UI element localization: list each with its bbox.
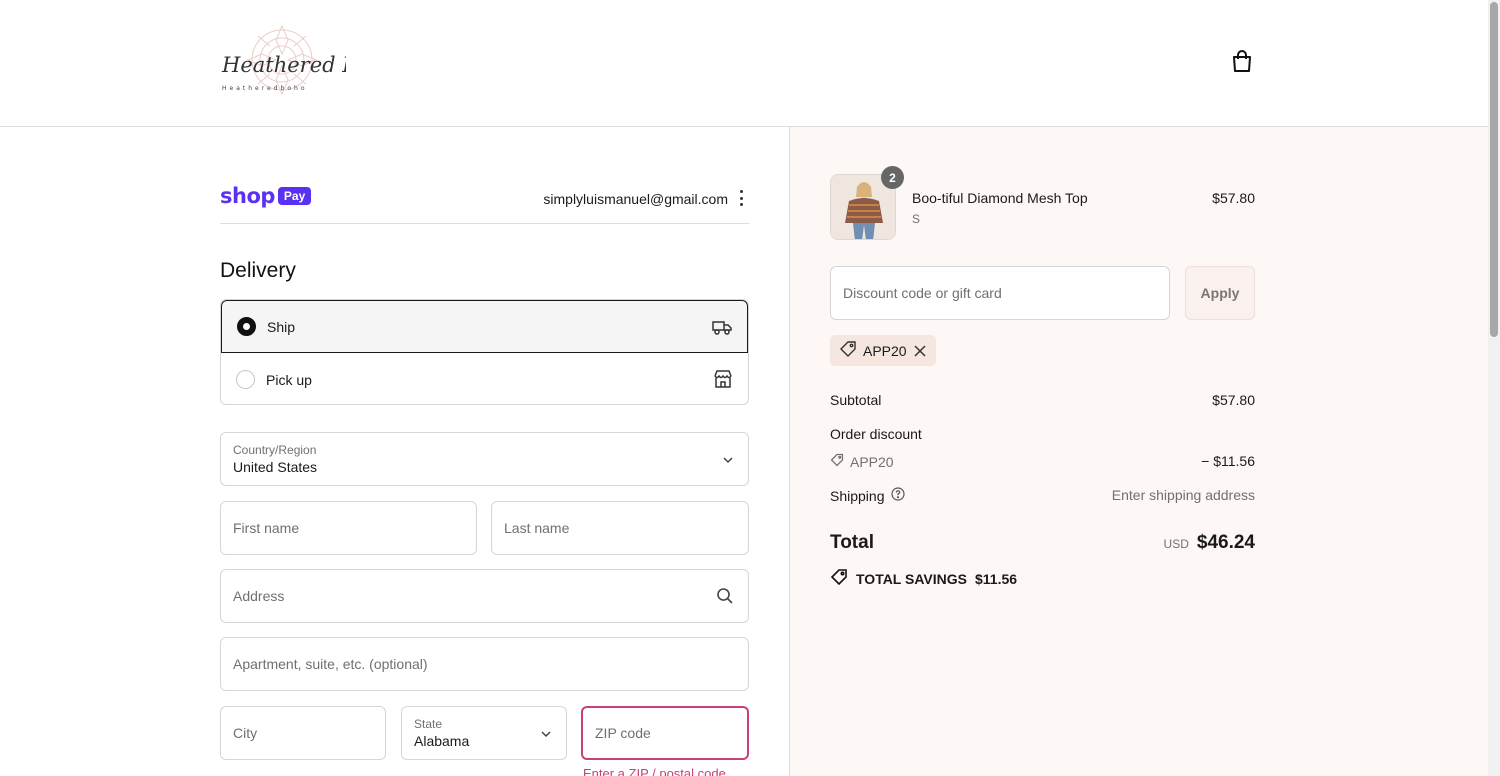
pay-badge: Pay: [277, 187, 312, 205]
total-amount: USD $46.24: [1164, 532, 1255, 554]
apply-discount-button[interactable]: Apply: [1185, 266, 1255, 320]
order-discount-label: Order discount: [830, 426, 922, 442]
chevron-down-icon: [540, 727, 552, 739]
city-field[interactable]: City: [220, 706, 386, 760]
radio-button-ship[interactable]: [237, 317, 256, 336]
savings-tag-icon: [830, 568, 848, 589]
shipping-label-group: Shipping: [830, 487, 905, 504]
svg-text:Heathered Boho: Heathered Boho: [221, 53, 346, 77]
tag-icon: [839, 340, 857, 361]
discount-code-input[interactable]: Discount code or gift card: [830, 266, 1170, 320]
discount-placeholder: Discount code or gift card: [843, 285, 1002, 301]
shipping-row: Shipping Enter shipping address: [830, 487, 1255, 504]
order-discount-row: Order discount: [830, 426, 1255, 442]
state-value: Alabama: [414, 733, 470, 749]
applied-code-text: APP20: [863, 342, 907, 359]
shipping-value: Enter shipping address: [1111, 487, 1255, 503]
discount-code-name: APP20: [850, 453, 894, 470]
state-label: State: [414, 717, 443, 731]
savings-value: $11.56: [974, 570, 1018, 587]
search-icon: [716, 587, 734, 605]
product-variant: S: [912, 212, 921, 226]
site-header: Heathered Boho Heatheredboho: [0, 0, 1488, 127]
delivery-method-group: Ship Pick up: [220, 299, 749, 405]
discount-amount: − $11.56: [1201, 453, 1255, 469]
total-label: Total: [830, 532, 874, 553]
state-select[interactable]: State Alabama: [401, 706, 567, 760]
truck-icon: [711, 316, 733, 338]
delivery-heading: Delivery: [220, 259, 296, 282]
shop-wordmark: shop: [220, 184, 275, 208]
store-icon: [712, 368, 734, 390]
discount-code-line: APP20: [830, 453, 894, 470]
last-name-placeholder: Last name: [504, 520, 570, 536]
first-name-placeholder: First name: [233, 520, 300, 536]
cart-button[interactable]: [1228, 49, 1256, 77]
applied-discount-chip: APP20: [830, 335, 936, 366]
subtotal-label: Subtotal: [830, 392, 882, 408]
brand-logo[interactable]: Heathered Boho Heatheredboho: [218, 18, 396, 104]
country-label: Country/Region: [233, 443, 317, 457]
savings-label: TOTAL SAVINGS: [856, 570, 967, 587]
delivery-option-ship[interactable]: Ship: [221, 300, 748, 353]
product-price: $57.80: [1212, 190, 1255, 206]
total-savings-row: TOTAL SAVINGS $11.56: [830, 568, 1017, 589]
quantity-badge: 2: [881, 166, 904, 189]
discount-code-row: APP20 − $11.56: [830, 453, 1255, 470]
shop-pay-logo: shop Pay: [220, 184, 312, 208]
shop-pay-bar: shop Pay simplyluismanuel@gmail.com: [220, 182, 749, 224]
subtotal-row: Subtotal $57.80: [830, 392, 1255, 408]
zip-error-message: Enter a ZIP / postal code: [583, 766, 726, 776]
remove-code-icon[interactable]: [913, 344, 927, 358]
help-icon[interactable]: [890, 487, 905, 504]
last-name-field[interactable]: Last name: [491, 501, 749, 555]
address-field[interactable]: Address: [220, 569, 749, 623]
svg-text:Heatheredboho: Heatheredboho: [222, 85, 308, 92]
city-placeholder: City: [233, 725, 258, 741]
more-options-icon[interactable]: [735, 188, 747, 208]
shipping-label: Shipping: [830, 487, 885, 504]
total-currency: USD: [1163, 537, 1189, 551]
scrollbar-thumb[interactable]: [1490, 2, 1498, 337]
subtotal-value: $57.80: [1212, 392, 1255, 408]
zip-code-placeholder: ZIP code: [595, 725, 651, 741]
address-placeholder: Address: [233, 588, 285, 604]
page-scrollbar[interactable]: [1488, 0, 1500, 776]
country-select[interactable]: Country/Region United States: [220, 432, 749, 486]
first-name-field[interactable]: First name: [220, 501, 477, 555]
radio-button-pickup[interactable]: [236, 370, 255, 389]
apartment-placeholder: Apartment, suite, etc. (optional): [233, 656, 428, 672]
total-value: $46.24: [1196, 532, 1255, 553]
delivery-option-pickup[interactable]: Pick up: [221, 353, 748, 404]
delivery-option-label: Ship: [267, 318, 296, 335]
tag-icon: [830, 453, 844, 470]
product-name: Boo-tiful Diamond Mesh Top: [912, 190, 1088, 206]
zip-code-field[interactable]: ZIP code: [581, 706, 749, 760]
account-email: simplyluismanuel@gmail.com: [543, 191, 728, 207]
delivery-option-label: Pick up: [266, 371, 312, 388]
shopping-bag-icon: [1231, 49, 1253, 78]
cart-line-item: 2 Boo-tiful Diamond Mesh Top S $57.80: [830, 166, 1255, 242]
country-value: United States: [233, 459, 318, 475]
apartment-field[interactable]: Apartment, suite, etc. (optional): [220, 637, 749, 691]
chevron-down-icon: [722, 453, 734, 465]
